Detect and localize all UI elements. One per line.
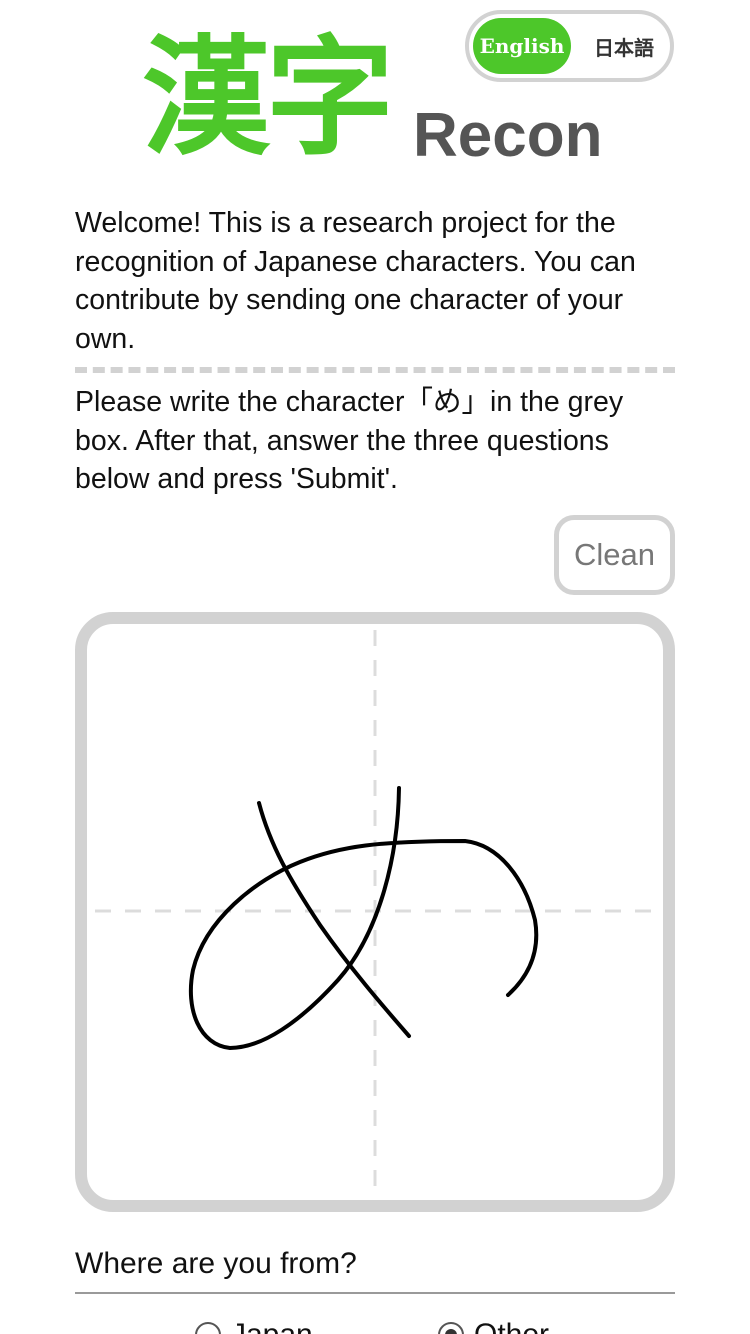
handwritten-stroke-group [188,786,539,1050]
welcome-text: Welcome! This is a research project for … [75,207,636,355]
radio-option-other[interactable]: Other [438,1318,549,1334]
radio-other-circle[interactable] [438,1322,464,1334]
stroke-2 [188,786,539,1050]
radio-japan-label: Japan [231,1318,313,1334]
language-option-japanese[interactable]: 日本語 [581,18,667,74]
instructions-text: Please write the character「め」in the grey… [75,386,624,495]
language-option-english[interactable]: English [473,18,571,74]
radio-option-japan[interactable]: Japan [195,1318,313,1334]
drawing-surface[interactable] [75,612,675,1212]
radio-japan-circle[interactable] [195,1322,221,1334]
clean-button[interactable]: Clean [554,515,675,595]
question-where-from: Where are you from? [75,1247,357,1280]
question-divider [75,1292,675,1294]
logo-kanji: 漢字 [142,24,394,173]
language-toggle[interactable]: English 日本語 [465,10,674,82]
dashed-divider [75,367,675,373]
logo-word: Recon [413,101,603,170]
radio-other-label: Other [474,1318,549,1334]
stroke-1 [257,801,411,1038]
drawing-canvas[interactable] [75,612,675,1212]
